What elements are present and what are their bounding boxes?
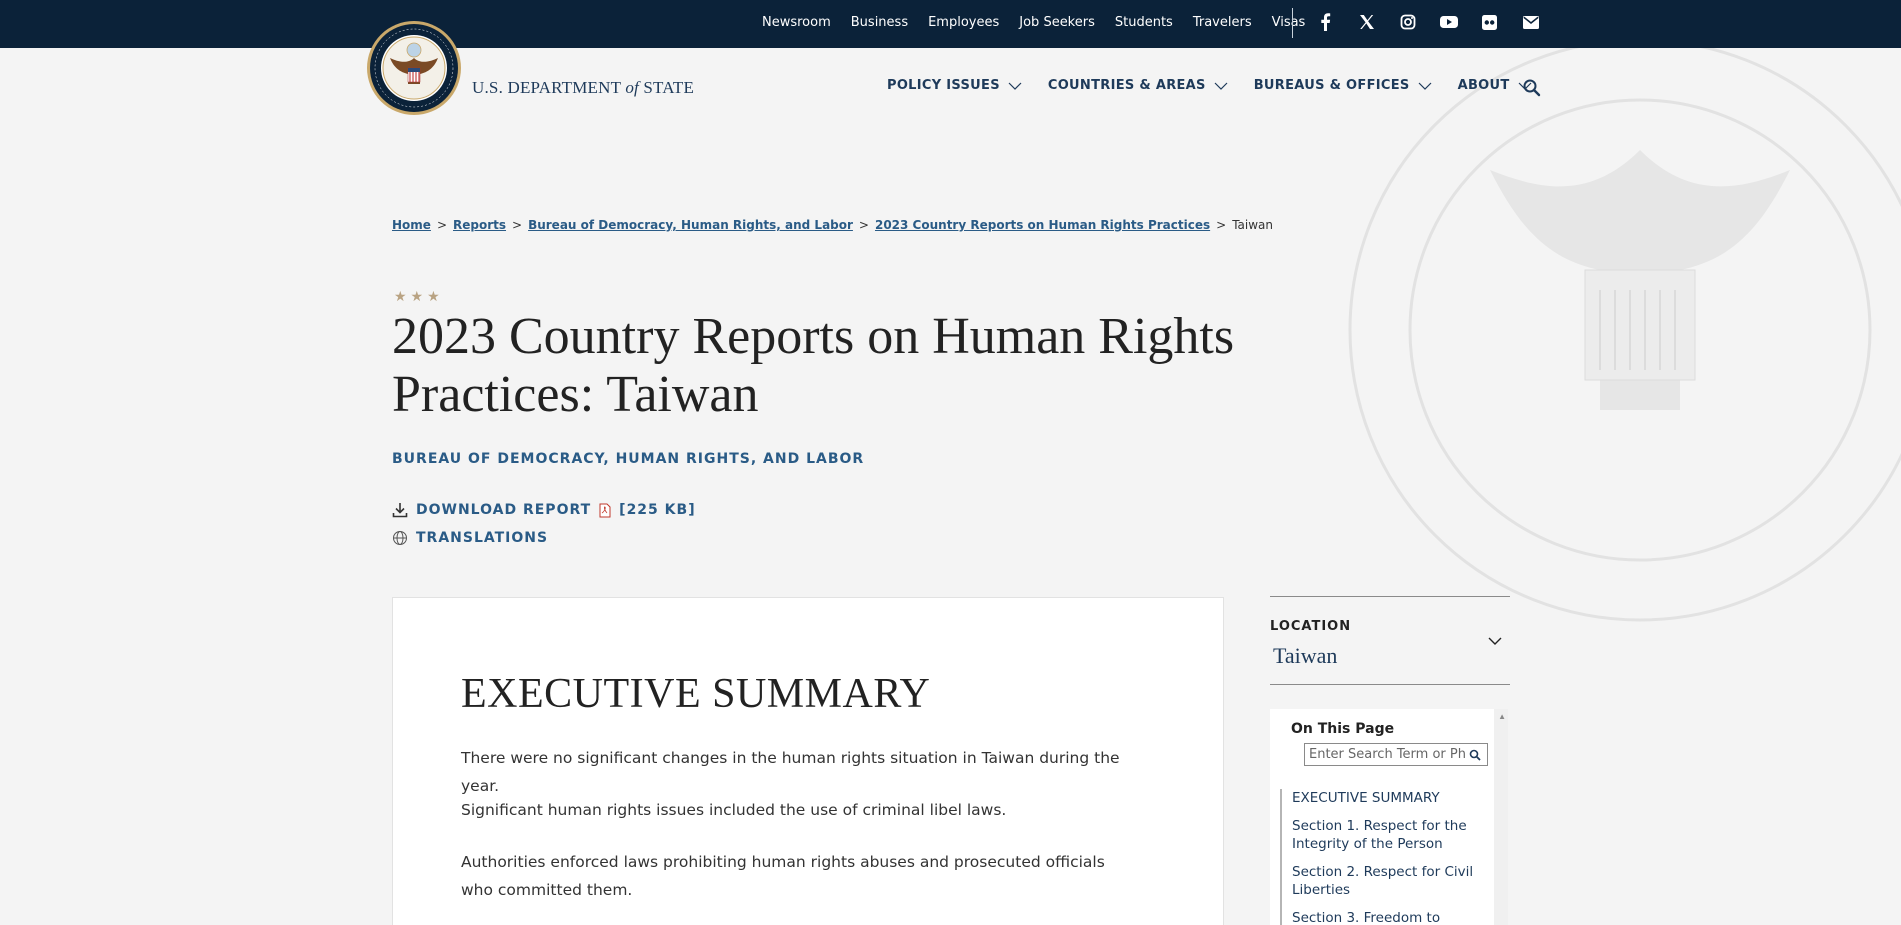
main-nav: POLICY ISSUES COUNTRIES & AREAS BUREAUS … [887,78,1532,93]
paragraph: Significant human rights issues included… [461,801,1007,819]
sidebar: LOCATION Taiwan ▲ On This Page EXECUTIVE… [1270,596,1510,925]
on-this-page-panel: ▲ On This Page EXECUTIVE SUMMARY Section… [1270,709,1508,925]
utility-link-visas[interactable]: Visas [1272,15,1306,30]
breadcrumb-country-reports[interactable]: 2023 Country Reports on Human Rights Pra… [875,218,1210,232]
scroll-up-icon[interactable]: ▲ [1498,712,1506,721]
chevron-down-icon [1418,82,1432,90]
nav-about[interactable]: ABOUT [1458,78,1532,93]
nav-label: ABOUT [1457,78,1510,93]
breadcrumb-bureau[interactable]: Bureau of Democracy, Human Rights, and L… [528,218,853,232]
location-label: LOCATION [1270,619,1352,634]
department-seal-icon[interactable] [366,20,462,116]
panel-scrollbar[interactable] [1494,709,1508,925]
breadcrumb-separator: > [512,218,523,232]
toc-item[interactable]: Section 2. Respect for Civil Liberties [1292,863,1480,899]
nav-label: POLICY ISSUES [887,78,1000,93]
instagram-icon[interactable] [1398,13,1417,32]
location-selector[interactable]: LOCATION Taiwan [1270,596,1510,685]
download-icon [392,503,408,518]
nav-countries-areas[interactable]: COUNTRIES & AREAS [1048,78,1228,93]
breadcrumb-separator: > [1216,218,1227,232]
breadcrumb-separator: > [436,218,447,232]
breadcrumb-separator: > [858,218,869,232]
email-icon[interactable] [1521,13,1540,32]
search-icon [1469,749,1481,761]
chevron-down-icon [1008,82,1022,90]
page-title: 2023 Country Reports on Human Rights Pra… [392,308,1235,423]
utility-links: Newsroom Business Employees Job Seekers … [762,0,1305,44]
brand-text: U.S. DEPARTMENT [472,78,626,97]
bureau-link[interactable]: BUREAU OF DEMOCRACY, HUMAN RIGHTS, AND L… [392,451,864,467]
chevron-down-icon [1488,637,1502,645]
download-report-link[interactable]: DOWNLOAD REPORT [225 KB] [392,496,696,524]
globe-icon [393,531,407,545]
paragraph: There were no significant changes in the… [461,749,1120,795]
paragraph: Authorities enforced laws prohibiting hu… [461,853,1105,899]
toc-item[interactable]: EXECUTIVE SUMMARY [1292,789,1480,807]
utility-link-job-seekers[interactable]: Job Seekers [1019,15,1095,30]
nav-bureaus-offices[interactable]: BUREAUS & OFFICES [1254,78,1432,93]
social-links [1316,0,1540,44]
brand-text-state: STATE [638,78,695,97]
search-icon[interactable] [1522,78,1542,98]
utility-link-employees[interactable]: Employees [928,15,999,30]
utility-link-newsroom[interactable]: Newsroom [762,15,831,30]
toc-item[interactable]: Section 3. Freedom to [1292,909,1480,925]
page-search-box [1304,743,1488,766]
facebook-icon[interactable] [1316,13,1335,32]
x-icon[interactable] [1357,13,1376,32]
breadcrumb: Home > Reports > Bureau of Democracy, Hu… [392,218,1273,232]
page-search-input[interactable] [1305,744,1465,765]
nav-label: COUNTRIES & AREAS [1047,78,1206,93]
breadcrumb-current: Taiwan [1232,218,1273,232]
utility-link-students[interactable]: Students [1115,15,1173,30]
nav-policy-issues[interactable]: POLICY ISSUES [887,78,1022,93]
report-content: EXECUTIVE SUMMARY There were no signific… [392,597,1224,925]
toc-item[interactable]: Section 1. Respect for the Integrity of … [1292,817,1480,853]
nav-label: BUREAUS & OFFICES [1253,78,1410,93]
seal-watermark-icon [1348,38,1901,622]
breadcrumb-home[interactable]: Home [392,218,431,232]
report-actions: DOWNLOAD REPORT [225 KB] TRANSLATIONS [392,496,696,552]
section-heading: EXECUTIVE SUMMARY [461,671,931,717]
stars-decoration: ★★★ [394,288,444,304]
youtube-icon[interactable] [1439,13,1458,32]
breadcrumb-reports[interactable]: Reports [453,218,506,232]
toc-list: EXECUTIVE SUMMARY Section 1. Respect for… [1280,789,1480,925]
utility-link-travelers[interactable]: Travelers [1193,15,1252,30]
translations-link[interactable]: TRANSLATIONS [392,524,696,552]
utility-divider [1292,8,1293,38]
on-this-page-title: On This Page [1291,721,1395,737]
pdf-icon [599,503,611,517]
download-size: [225 KB] [619,502,696,518]
location-value: Taiwan [1273,643,1338,668]
utility-bar: Newsroom Business Employees Job Seekers … [0,0,1901,48]
chevron-down-icon [1214,82,1228,90]
download-label: DOWNLOAD REPORT [416,502,592,518]
translations-label: TRANSLATIONS [416,530,549,546]
brand-wordmark[interactable]: U.S. DEPARTMENT of STATE [472,78,694,98]
flickr-icon[interactable] [1480,13,1499,32]
brand-text-of: of [625,78,639,97]
utility-link-business[interactable]: Business [851,15,908,30]
page-search-button[interactable] [1465,745,1485,765]
